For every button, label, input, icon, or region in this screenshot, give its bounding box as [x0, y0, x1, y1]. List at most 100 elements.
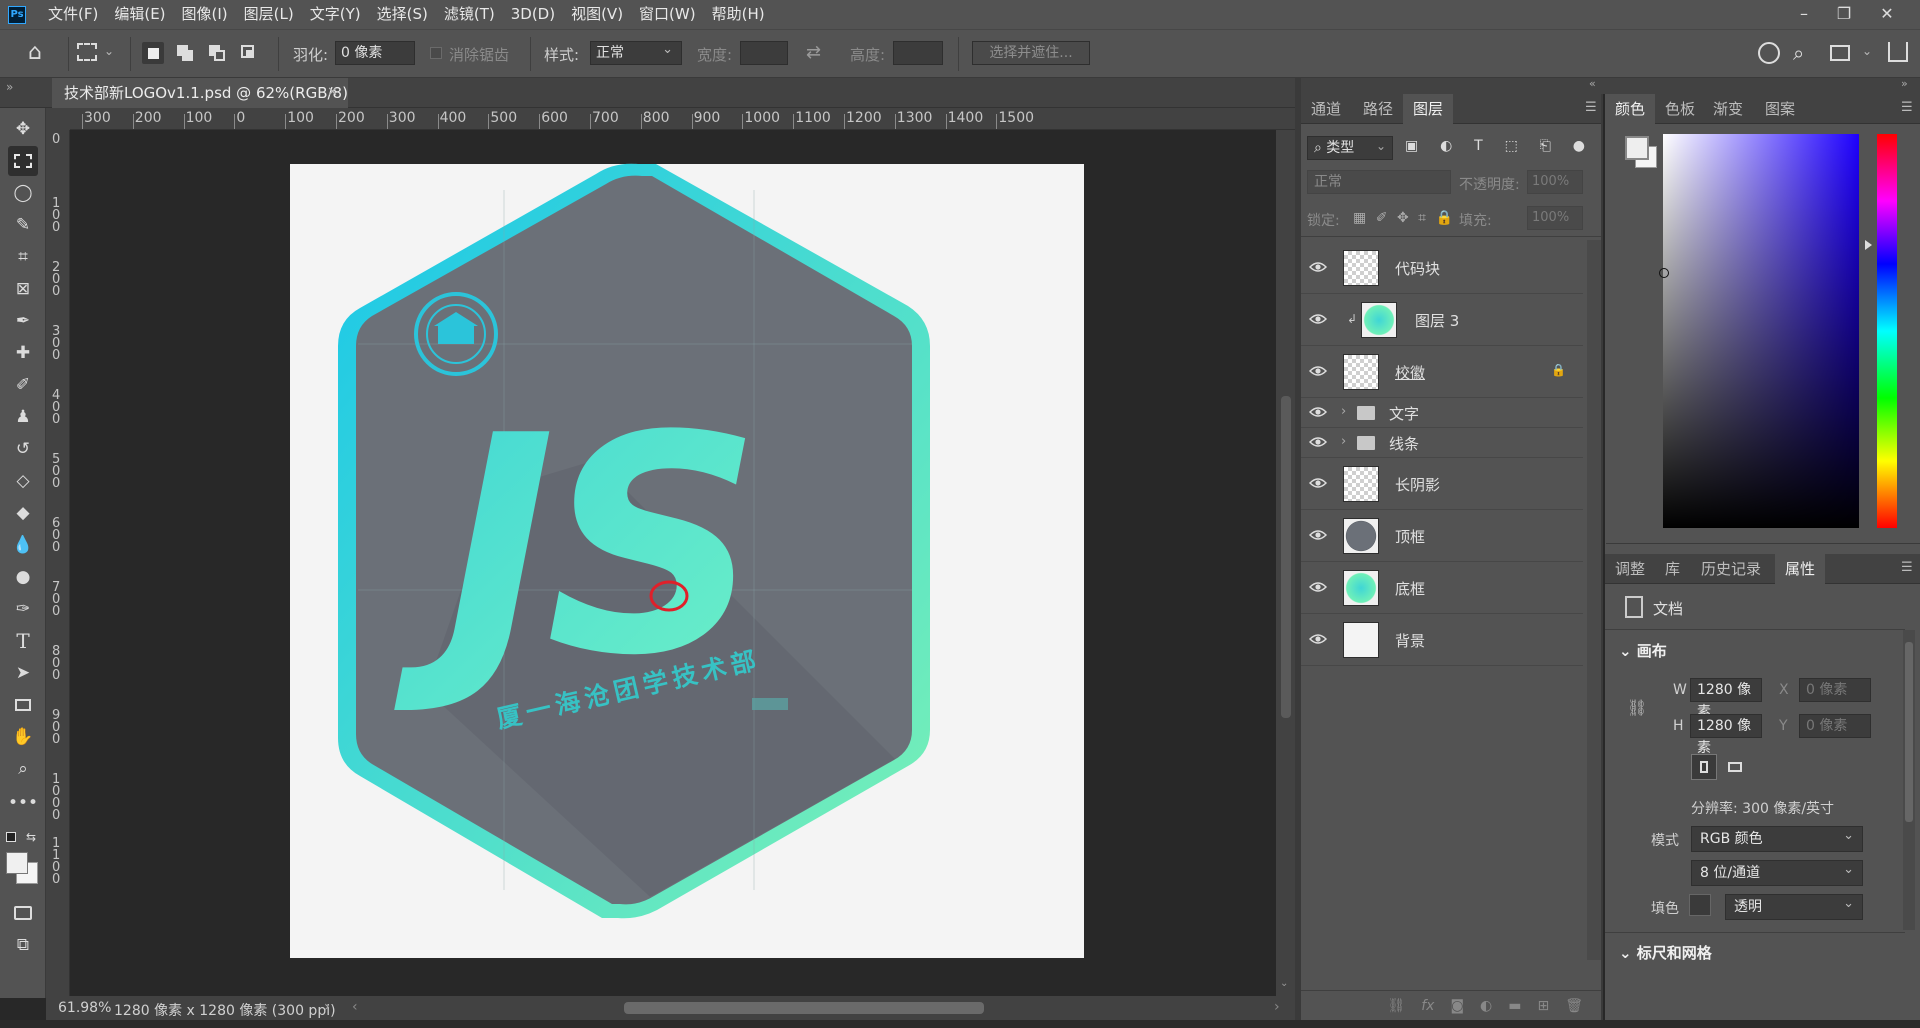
- menu-item[interactable]: 图层(L): [236, 0, 302, 29]
- link-dimensions-icon[interactable]: ⛓: [1627, 698, 1647, 717]
- portrait-orientation-button[interactable]: [1691, 754, 1717, 780]
- document-canvas[interactable]: JS 厦一海沧团学技术部: [70, 130, 1276, 996]
- more-tools-icon[interactable]: •••: [8, 788, 38, 818]
- opacity-input[interactable]: 100%: [1527, 170, 1583, 194]
- visibility-eye-icon[interactable]: [1308, 313, 1329, 327]
- foreground-color-swatch[interactable]: [6, 852, 28, 874]
- adjustment-layer-icon[interactable]: ◐: [1480, 998, 1492, 1014]
- history-brush-tool-icon[interactable]: ↺: [8, 434, 38, 464]
- width-input[interactable]: [740, 41, 788, 65]
- bit-depth-select[interactable]: 8 位/通道: [1691, 858, 1863, 886]
- canvas-height-input[interactable]: 1280 像素: [1690, 714, 1762, 756]
- learn-icon[interactable]: [1758, 42, 1780, 64]
- scroll-left-icon[interactable]: ‹: [352, 999, 358, 1015]
- layer-row[interactable]: 长阴影: [1301, 458, 1583, 510]
- move-tool-icon[interactable]: ✥: [8, 114, 38, 144]
- brush-tool-icon[interactable]: ✐: [8, 370, 38, 400]
- filter-smart-object-icon[interactable]: ⎗: [1540, 138, 1551, 158]
- canvas-width-input[interactable]: 1280 像素: [1690, 678, 1762, 720]
- layer-filter-select[interactable]: ⌕ 类型 ⌄: [1307, 136, 1393, 160]
- canvas-area[interactable]: JS 厦一海沧团学技术部: [70, 130, 1276, 996]
- layer-row[interactable]: 代码块: [1301, 242, 1583, 294]
- properties-scrollbar[interactable]: [1903, 630, 1915, 930]
- blur-tool-icon[interactable]: 💧: [8, 530, 38, 560]
- fill-type-select[interactable]: 透明: [1725, 892, 1863, 920]
- status-expand-icon[interactable]: ›: [324, 999, 330, 1015]
- workspace-icon[interactable]: [1830, 45, 1850, 61]
- canvas-x-input[interactable]: 0 像素: [1799, 678, 1871, 702]
- menu-item[interactable]: 图像(I): [174, 0, 236, 29]
- swap-colors-icon[interactable]: ⇆: [26, 830, 36, 844]
- visibility-eye-icon[interactable]: [1308, 365, 1329, 379]
- home-icon[interactable]: ⌂: [22, 41, 48, 67]
- blend-mode-select[interactable]: 正常: [1307, 170, 1451, 194]
- add-to-selection-button[interactable]: [174, 42, 196, 64]
- scroll-right-icon[interactable]: ›: [1274, 999, 1280, 1015]
- subtract-from-selection-button[interactable]: [206, 42, 228, 64]
- rectangular-marquee-tool-icon[interactable]: [8, 146, 38, 176]
- select-and-mask-button[interactable]: 选择并遮住...: [972, 41, 1090, 65]
- panel-menu-icon[interactable]: ☰: [1585, 100, 1597, 115]
- fill-input[interactable]: 100%: [1527, 206, 1583, 230]
- visibility-eye-icon[interactable]: [1308, 633, 1329, 647]
- tab-paths[interactable]: 路径: [1353, 94, 1403, 124]
- lock-pixels-icon[interactable]: ✐: [1376, 210, 1388, 226]
- filter-toggle-icon[interactable]: ●: [1573, 138, 1585, 158]
- menu-item[interactable]: 选择(S): [369, 0, 436, 29]
- path-selection-tool-icon[interactable]: ➤: [8, 658, 38, 688]
- new-selection-button[interactable]: [142, 42, 164, 64]
- menu-item[interactable]: 3D(D): [503, 0, 563, 29]
- swap-dimensions-icon[interactable]: ⇄: [806, 42, 821, 63]
- filter-adjustment-icon[interactable]: ◐: [1440, 138, 1452, 158]
- collapse-panels-icon[interactable]: «: [1589, 77, 1596, 90]
- layer-row[interactable]: ↲ 图层 3: [1301, 294, 1583, 346]
- visibility-eye-icon[interactable]: [1308, 477, 1329, 491]
- restore-button[interactable]: ❐: [1824, 0, 1864, 29]
- lock-position-icon[interactable]: ✥: [1397, 210, 1409, 226]
- minimize-button[interactable]: –: [1784, 0, 1824, 29]
- filter-type-icon[interactable]: T: [1474, 138, 1483, 158]
- layer-lock-icon[interactable]: 🔒: [1551, 363, 1566, 377]
- menu-item[interactable]: 滤镜(T): [436, 0, 503, 29]
- layer-row[interactable]: › 线条: [1301, 428, 1583, 458]
- workspace-chevron-icon[interactable]: ⌄: [1862, 44, 1872, 58]
- eyedropper-tool-icon[interactable]: ✒: [8, 306, 38, 336]
- filter-shape-icon[interactable]: ⬚: [1505, 138, 1518, 158]
- tab-gradients[interactable]: 渐变: [1703, 94, 1753, 124]
- collapse-right-panels-icon[interactable]: »: [1901, 77, 1908, 90]
- color-picker-field[interactable]: [1659, 134, 1859, 528]
- zoom-tool-icon[interactable]: ⌕: [8, 754, 38, 784]
- menu-item[interactable]: 帮助(H): [704, 0, 773, 29]
- tab-layers[interactable]: 图层: [1403, 94, 1454, 124]
- scroll-down-icon[interactable]: ⌄: [1280, 978, 1288, 989]
- add-mask-icon[interactable]: ◙: [1450, 998, 1464, 1014]
- hand-tool-icon[interactable]: ✋: [8, 722, 38, 752]
- tab-history[interactable]: 历史记录: [1691, 554, 1771, 584]
- search-icon[interactable]: ⌕: [1793, 41, 1804, 65]
- expand-toolbar-icon[interactable]: »: [6, 80, 13, 94]
- group-expand-chevron-icon[interactable]: ›: [1341, 404, 1346, 419]
- menu-item[interactable]: 视图(V): [563, 0, 631, 29]
- pen-tool-icon[interactable]: ✑: [8, 594, 38, 624]
- landscape-orientation-button[interactable]: [1723, 754, 1749, 780]
- document-tab[interactable]: 技术部新LOGOv1.1.psd @ 62%(RGB/8) ✕: [52, 78, 348, 108]
- color-panel-foreground-swatch[interactable]: [1625, 136, 1649, 160]
- tab-adjustments[interactable]: 调整: [1605, 554, 1655, 584]
- tab-color[interactable]: 颜色: [1605, 94, 1656, 124]
- color-panel-menu-icon[interactable]: ☰: [1901, 100, 1913, 115]
- share-icon[interactable]: [1888, 42, 1908, 62]
- chevron-down-icon[interactable]: ⌄: [104, 44, 114, 58]
- new-layer-icon[interactable]: ⊞: [1537, 998, 1549, 1014]
- feather-input[interactable]: 0 像素: [335, 41, 415, 65]
- menu-item[interactable]: 编辑(E): [106, 0, 173, 29]
- lock-transparency-icon[interactable]: ▦: [1353, 210, 1366, 226]
- screen-mode-icon[interactable]: ⧉: [8, 930, 38, 960]
- fill-color-swatch[interactable]: [1689, 894, 1711, 916]
- intersect-selection-button[interactable]: [238, 42, 260, 64]
- properties-panel-menu-icon[interactable]: ☰: [1901, 560, 1913, 575]
- visibility-eye-icon[interactable]: [1308, 261, 1329, 275]
- close-tab-icon[interactable]: ✕: [327, 78, 338, 108]
- tab-libraries[interactable]: 库: [1655, 554, 1690, 584]
- hue-slider-left-handle[interactable]: [1865, 240, 1872, 250]
- paint-bucket-tool-icon[interactable]: ◆: [8, 498, 38, 528]
